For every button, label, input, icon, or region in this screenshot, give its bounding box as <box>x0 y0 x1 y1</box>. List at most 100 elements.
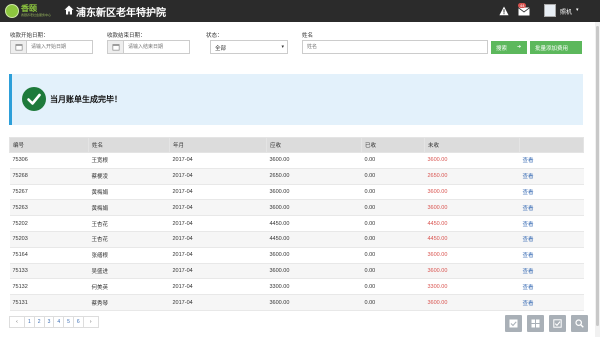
cell-month: 2017-04 <box>169 263 267 280</box>
vertical-scrollbar[interactable] <box>595 22 600 337</box>
cell-view-link[interactable]: 查看 <box>519 184 584 201</box>
billing-table: 编号 姓名 年月 应收 已收 未收 75306 王宽根 2017-04 3600.00… <box>9 137 584 311</box>
cell-owed: 3600.00 <box>424 247 520 264</box>
logo-leaf-icon <box>5 4 19 18</box>
table-row: 75131 蔡秀琴 2017-04 3600.00 0.00 3600.00 查看 <box>9 294 584 311</box>
start-date-addon[interactable] <box>11 41 27 53</box>
pagination-prev-button[interactable]: ‹ <box>9 316 25 328</box>
cell-owed: 4450.00 <box>424 231 520 248</box>
cell-month: 2017-04 <box>169 199 267 217</box>
cell-month: 2017-04 <box>169 231 267 248</box>
mail-count-badge: 44 <box>518 3 527 8</box>
tool-check-square-button[interactable] <box>549 315 566 332</box>
cell-owed: 3600.00 <box>424 152 520 169</box>
tool-grid-button[interactable] <box>527 315 544 332</box>
logo-subtext: 香颐养老社会服务中心 <box>21 13 52 17</box>
column-header-id[interactable]: 编号 <box>9 137 89 153</box>
status-select[interactable]: 全部 ▾ <box>210 40 288 54</box>
cell-month: 2017-04 <box>169 215 267 232</box>
search-button[interactable]: 搜索 ➜ <box>491 41 527 54</box>
cell-paid: 0.00 <box>361 294 425 311</box>
cell-view-link[interactable]: 查看 <box>519 294 584 311</box>
scrollbar-thumb[interactable] <box>596 26 599 326</box>
cell-name: 王杏花 <box>88 215 170 232</box>
mail-icon[interactable] <box>518 7 530 16</box>
cell-due: 3600.00 <box>266 184 362 201</box>
cell-month: 2017-04 <box>169 247 267 264</box>
cell-name: 黄梅娟 <box>88 199 170 217</box>
cell-id: 75133 <box>9 263 89 280</box>
cell-view-link[interactable]: 查看 <box>519 278 584 296</box>
calendar-icon <box>112 44 120 51</box>
column-header-paid[interactable]: 已收 <box>361 137 425 153</box>
cell-id: 75202 <box>9 215 89 232</box>
calendar-icon <box>15 44 23 51</box>
cell-paid: 0.00 <box>361 199 425 217</box>
checkmark-icon <box>27 93 41 105</box>
billing-table-container: 编号 姓名 年月 应收 已收 未收 75306 王宽根 2017-04 3600.00… <box>9 137 584 311</box>
batch-add-fee-label: 批量添加费用 <box>535 46 569 52</box>
cell-owed: 2650.00 <box>424 168 520 185</box>
alert-message: 当月账单生成完毕！ <box>50 95 122 104</box>
column-header-due[interactable]: 应收 <box>266 137 362 153</box>
cell-id: 75131 <box>9 294 89 311</box>
column-header-owed[interactable]: 未收 <box>424 137 520 153</box>
chevron-down-icon[interactable]: ▾ <box>576 7 579 13</box>
cell-name: 黄梅娟 <box>88 184 170 201</box>
cell-paid: 0.00 <box>361 231 425 248</box>
start-date-input[interactable] <box>28 41 92 53</box>
cell-paid: 0.00 <box>361 184 425 201</box>
warning-icon[interactable] <box>499 6 509 16</box>
user-avatar[interactable] <box>544 4 556 17</box>
cell-view-link[interactable]: 查看 <box>519 263 584 280</box>
cell-due: 3600.00 <box>266 294 362 311</box>
batch-add-fee-button[interactable]: 批量添加费用 <box>530 41 582 54</box>
cell-view-link[interactable]: 查看 <box>519 231 584 248</box>
cell-view-link[interactable]: 查看 <box>519 199 584 217</box>
user-name[interactable]: 照机 <box>560 7 572 16</box>
cell-month: 2017-04 <box>169 152 267 169</box>
cell-view-link[interactable]: 查看 <box>519 247 584 264</box>
cell-month: 2017-04 <box>169 294 267 311</box>
cell-id: 75306 <box>9 152 89 169</box>
cell-paid: 0.00 <box>361 247 425 264</box>
cell-id: 75132 <box>9 278 89 296</box>
success-alert: 当月账单生成完毕！ <box>9 74 583 125</box>
brand-logo[interactable]: 香颐 香颐养老社会服务中心 <box>5 3 53 19</box>
cell-id: 75263 <box>9 199 89 217</box>
app-title: 浦东新区老年特护院 <box>76 8 166 19</box>
cell-name: 吴盛进 <box>88 263 170 280</box>
end-date-label: 收款结束日期： <box>107 33 146 39</box>
cell-paid: 0.00 <box>361 278 425 296</box>
column-header-month[interactable]: 年月 <box>169 137 267 153</box>
cell-view-link[interactable]: 查看 <box>519 152 584 169</box>
tool-check-button[interactable] <box>505 315 522 332</box>
name-label: 姓名 <box>302 33 314 39</box>
status-label: 状态： <box>206 33 223 39</box>
search-icon <box>575 319 584 328</box>
cell-view-link[interactable]: 查看 <box>519 215 584 232</box>
tool-search-button[interactable] <box>571 315 588 332</box>
success-check-icon <box>22 87 46 111</box>
check-square-icon <box>553 319 562 328</box>
cell-name: 王杏花 <box>88 231 170 248</box>
name-search-input[interactable] <box>302 40 488 54</box>
home-icon[interactable] <box>64 5 74 15</box>
cell-due: 4450.00 <box>266 231 362 248</box>
column-header-name[interactable]: 姓名 <box>88 137 170 153</box>
cell-due: 3300.00 <box>266 278 362 296</box>
cell-due: 2650.00 <box>266 168 362 185</box>
end-date-input[interactable] <box>125 41 189 53</box>
table-row: 75268 蔡梗凌 2017-04 2650.00 0.00 2650.00 查看 <box>9 168 584 185</box>
cell-name: 王宽根 <box>88 152 170 169</box>
cell-view-link[interactable]: 查看 <box>519 168 584 185</box>
pagination-next-button[interactable]: › <box>82 316 99 328</box>
cell-owed: 3600.00 <box>424 199 520 217</box>
cell-paid: 0.00 <box>361 168 425 185</box>
cell-owed: 3600.00 <box>424 184 520 201</box>
cell-id: 75164 <box>9 247 89 264</box>
top-navbar: 香颐 香颐养老社会服务中心 浦东新区老年特护院 44 照机 ▾ <box>0 0 600 22</box>
end-date-addon[interactable] <box>108 41 124 53</box>
cell-id: 75203 <box>9 231 89 248</box>
cell-due: 3600.00 <box>266 199 362 217</box>
